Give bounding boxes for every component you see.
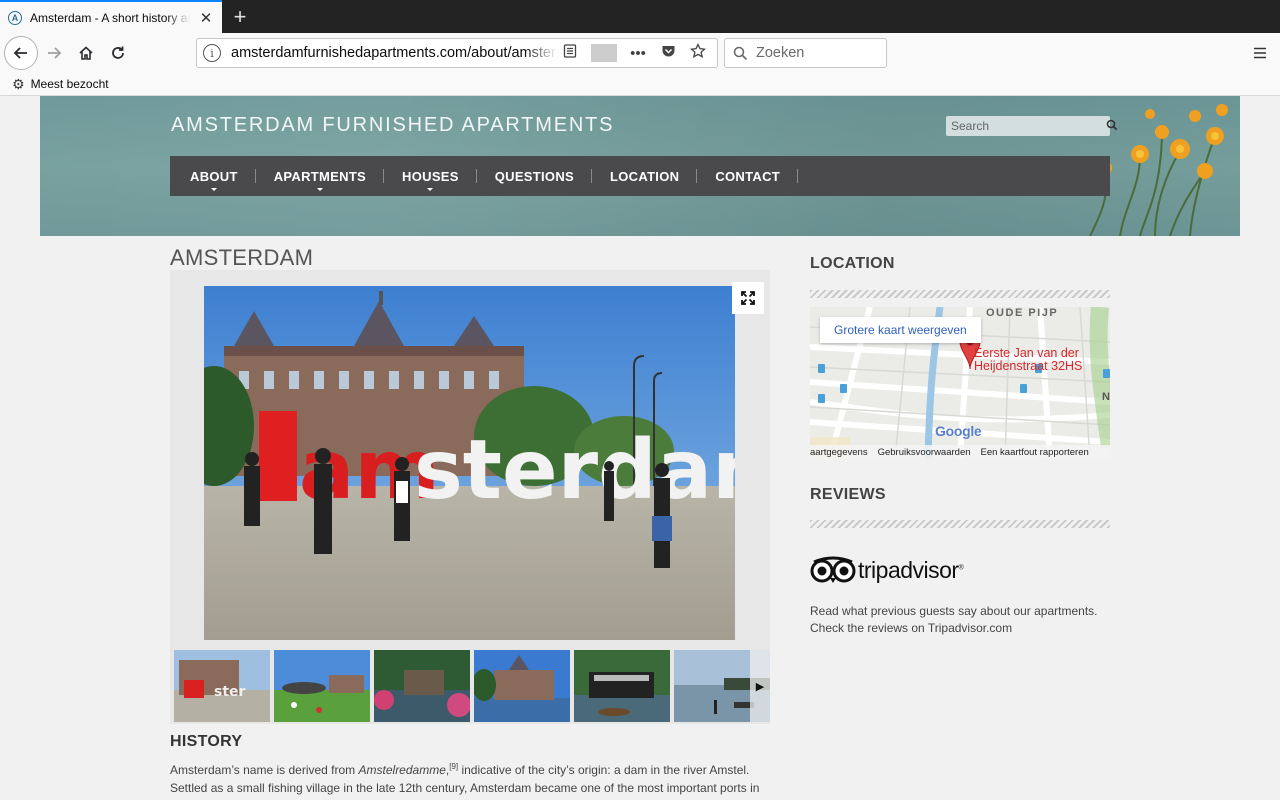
nav-label: ABOUT [190, 168, 238, 184]
home-button[interactable] [70, 37, 102, 69]
map-district-label: OUDE PIJP [986, 307, 1059, 319]
nav-item-houses[interactable]: HOUSES [384, 156, 477, 196]
tab-bar: A Amsterdam - A short history and ✕ + [0, 0, 1280, 33]
address-line-2: Heijdenstraat 32HS [974, 359, 1083, 373]
amstel-link[interactable]: Amstel [709, 763, 746, 777]
site-title[interactable]: AMSTERDAM FURNISHED APARTMENTS [171, 114, 614, 137]
history-paragraph: Amsterdam’s name is derived from Amstelr… [170, 758, 770, 800]
map-marker-label: Eerste Jan van der Heijdenstraat 32HS [974, 347, 1082, 373]
search-icon[interactable] [1106, 119, 1118, 134]
hamburger-menu-icon[interactable] [1248, 40, 1272, 66]
report-map-error-link[interactable]: Een kaartfout rapporteren [981, 447, 1089, 458]
url-bar[interactable]: i amsterdamfurnishedapartments.com/about… [196, 38, 718, 68]
map-edge-label: N [1102, 391, 1110, 403]
photo-gallery: am sterdam ster [170, 270, 770, 724]
nav-item-location[interactable]: LOCATION [592, 156, 698, 196]
nav-item-apartments[interactable]: APARTMENTS [256, 156, 385, 196]
arrow-right-icon [48, 47, 62, 59]
tripadvisor-link[interactable]: Tripadvisor.com [928, 621, 1012, 635]
photo-i-amsterdam: am sterdam [204, 286, 735, 640]
main-gallery-photo[interactable]: am sterdam [204, 286, 735, 640]
reviews-text-line: Check the reviews on Tripadvisor.com [810, 621, 1013, 635]
history-text-part: indicative of the city’s origin: a dam i… [458, 763, 710, 777]
google-logo: Google [935, 423, 982, 439]
forward-button[interactable] [38, 37, 70, 69]
map-footer: aartgegevens Gebruiksvoorwaarden Een kaa… [810, 445, 1110, 459]
nav-label: APARTMENTS [273, 168, 367, 184]
bookmark-most-visited[interactable]: Meest bezocht [31, 77, 109, 91]
url-text[interactable]: amsterdamfurnishedapartments.com/about/a… [231, 45, 557, 61]
pocket-icon[interactable] [655, 44, 681, 62]
tab-title: Amsterdam - A short history and [30, 10, 190, 25]
browser-search-input[interactable] [756, 45, 876, 61]
gallery-thumbnail[interactable] [374, 650, 470, 722]
thumbnail-next-arrow-icon[interactable]: ▶ [750, 650, 770, 722]
page-title: AMSTERDAM [170, 245, 314, 270]
svg-text:ster: ster [214, 684, 246, 700]
tripadvisor-owl-icon [810, 556, 856, 583]
caret-down-icon [427, 188, 434, 191]
main-navigation: ABOUT APARTMENTS HOUSES QUESTIONS LOCATI… [170, 156, 1110, 196]
arrow-left-icon [13, 47, 27, 59]
history-heading: HISTORY [170, 733, 243, 750]
reload-icon [112, 46, 124, 59]
nav-item-contact[interactable]: CONTACT [697, 156, 798, 196]
location-heading: LOCATION [810, 255, 895, 272]
google-map[interactable]: OUDE PIJP N Grotere kaart weergeven Eers… [810, 307, 1110, 459]
url-bar-actions: ••• [557, 42, 711, 63]
reviews-text-line: Read what previous guests say about our … [810, 604, 1098, 618]
nav-item-questions[interactable]: QUESTIONS [477, 156, 593, 196]
home-icon [79, 46, 93, 60]
history-text-part: Amsterdam’s name is derived from [170, 763, 359, 777]
back-button[interactable] [4, 36, 38, 70]
divider [810, 520, 1110, 528]
close-tab-icon[interactable]: ✕ [198, 9, 214, 27]
reviews-description: Read what previous guests say about our … [810, 603, 1110, 637]
site-favicon-icon: A [8, 10, 22, 25]
new-tab-button[interactable]: + [222, 0, 258, 33]
gallery-thumbnail[interactable]: ster [174, 650, 270, 722]
bookmark-star-icon[interactable] [685, 42, 711, 63]
reviews-heading: REVIEWS [810, 486, 886, 503]
gear-icon: ⚙ [12, 75, 25, 92]
nav-item-about[interactable]: ABOUT [172, 156, 256, 196]
divider [591, 44, 617, 62]
expand-icon [741, 291, 755, 305]
caret-down-icon [316, 188, 323, 191]
history-em: Amstelredamme [358, 763, 446, 777]
site-header: AMSTERDAM FURNISHED APARTMENTS ABOUT APA… [40, 96, 1240, 236]
map-data-link[interactable]: aartgegevens [810, 447, 868, 458]
active-tab[interactable]: A Amsterdam - A short history and ✕ [0, 0, 222, 33]
web-page: AMSTERDAM FURNISHED APARTMENTS ABOUT APA… [0, 96, 1280, 800]
reader-view-icon[interactable] [557, 44, 583, 62]
larger-map-link[interactable]: Grotere kaart weergeven [820, 317, 981, 343]
browser-search-bar[interactable] [724, 38, 887, 68]
fullscreen-expand-button[interactable] [732, 282, 764, 314]
nav-label: QUESTIONS [494, 168, 574, 184]
gallery-thumbnail[interactable] [574, 650, 670, 722]
gallery-thumbnails: ster [174, 650, 770, 722]
caret-down-icon [210, 188, 217, 191]
search-icon [733, 46, 748, 60]
nav-label: HOUSES [402, 168, 459, 184]
site-search-box[interactable] [946, 116, 1118, 136]
terms-link[interactable]: Gebruiksvoorwaarden [878, 447, 971, 458]
tripadvisor-wordmark: tripadvisor® [858, 556, 964, 583]
site-search-input[interactable] [951, 119, 1106, 133]
info-icon[interactable]: i [203, 44, 221, 62]
bookmarks-toolbar: ⚙ Meest bezocht [0, 73, 1280, 96]
tripadvisor-logo[interactable]: tripadvisor® [810, 556, 964, 584]
divider [810, 290, 1110, 298]
nav-label: LOCATION [610, 168, 680, 184]
reload-button[interactable] [102, 37, 134, 69]
gallery-thumbnail[interactable] [474, 650, 570, 722]
nav-label: CONTACT [715, 168, 781, 184]
more-actions-icon[interactable]: ••• [625, 45, 651, 62]
gallery-thumbnail[interactable] [274, 650, 370, 722]
svg-text:sterdam: sterdam [414, 423, 735, 518]
footnote-link[interactable]: [9] [449, 762, 458, 771]
